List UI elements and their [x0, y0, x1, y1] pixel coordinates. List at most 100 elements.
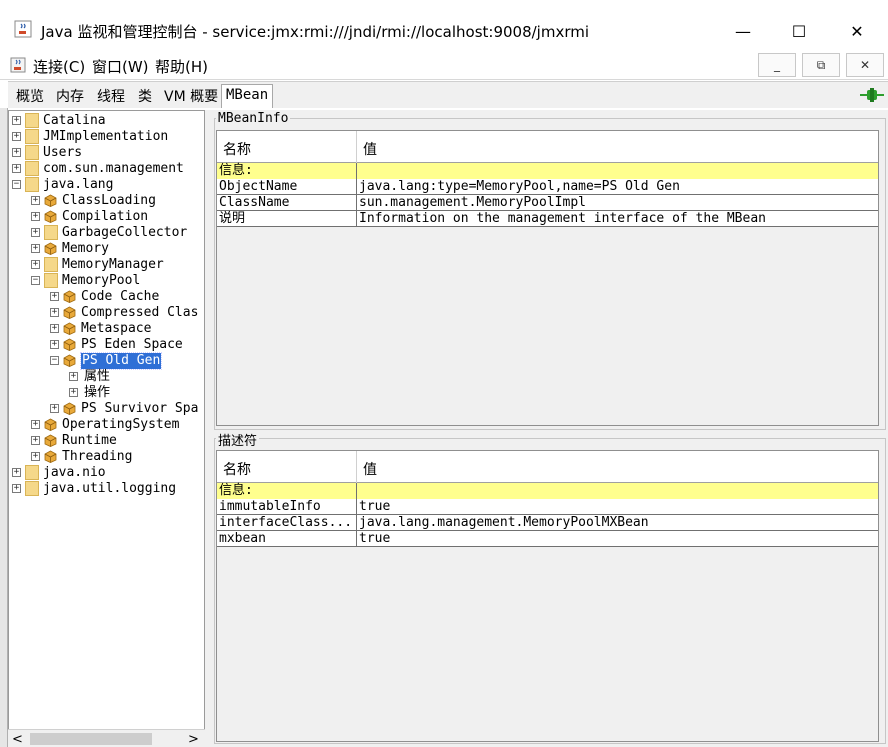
folder-icon: [25, 481, 39, 496]
connected-icon: [860, 88, 884, 102]
tree-node-label: com.sun.management: [43, 161, 184, 176]
table-info-row: 信息:: [217, 163, 878, 179]
internal-minimize-button[interactable]: _: [758, 53, 796, 77]
tree-node-label: 属性: [84, 369, 111, 384]
table-row[interactable]: mxbean true: [217, 531, 878, 547]
folder-icon: [25, 177, 39, 192]
column-header-name[interactable]: 名称: [223, 459, 251, 479]
expand-icon[interactable]: +: [50, 308, 59, 317]
maximize-button[interactable]: ☐: [776, 14, 822, 48]
folder-icon: [25, 129, 39, 144]
tab-overview[interactable]: 概览: [12, 84, 48, 108]
tree-node-label: Code Cache: [81, 289, 160, 304]
tree-horizontal-scrollbar[interactable]: < >: [8, 729, 205, 747]
tree-node-label: java.util.logging: [43, 481, 177, 496]
tree-node-label: MemoryManager: [62, 257, 164, 272]
menu-help[interactable]: 帮助(H): [155, 56, 208, 77]
column-header-name[interactable]: 名称: [223, 139, 251, 159]
expand-icon[interactable]: +: [50, 292, 59, 301]
collapse-icon[interactable]: −: [31, 276, 40, 285]
folder-icon: [25, 113, 39, 128]
expand-icon[interactable]: +: [69, 388, 78, 397]
descriptor-table[interactable]: 名称 值 信息: immutableInfo true interfaceCla…: [216, 450, 879, 742]
expand-icon[interactable]: +: [12, 148, 21, 157]
expand-icon[interactable]: +: [31, 452, 40, 461]
expand-icon[interactable]: +: [31, 196, 40, 205]
mbean-icon: [44, 418, 57, 431]
scroll-right-arrow-icon[interactable]: >: [188, 732, 199, 747]
java-cup-icon: [14, 20, 32, 38]
expand-icon[interactable]: +: [12, 116, 21, 125]
expand-icon[interactable]: +: [31, 436, 40, 445]
tab-threads[interactable]: 线程: [93, 84, 129, 108]
tree-node-label: PS Old Gen: [79, 352, 163, 370]
mbeaninfo-table[interactable]: 名称 值 信息: ObjectName java.lang:type=Memor…: [216, 130, 879, 426]
expand-icon[interactable]: +: [50, 404, 59, 413]
table-row[interactable]: 说明 Information on the management interfa…: [217, 211, 878, 227]
folder-icon: [25, 161, 39, 176]
collapse-icon[interactable]: −: [12, 180, 21, 189]
row-value: true: [359, 499, 391, 514]
mbean-icon: [63, 402, 76, 415]
tab-bar: 概览 内存 线程 类 VM 概要 MBean: [8, 81, 888, 108]
mbean-icon: [63, 338, 76, 351]
expand-icon[interactable]: +: [50, 340, 59, 349]
minimize-button[interactable]: —: [720, 14, 766, 48]
mbean-details-panel: MBeanInfo 名称 值 信息: ObjectName java.lang:…: [212, 110, 888, 747]
split-pane-divider[interactable]: [205, 110, 212, 747]
internal-close-button[interactable]: ✕: [846, 53, 884, 77]
close-button[interactable]: ✕: [834, 14, 880, 48]
expand-icon[interactable]: +: [12, 164, 21, 173]
tree-node-label: Catalina: [43, 113, 106, 128]
column-header-value[interactable]: 值: [363, 139, 377, 159]
mbean-icon: [44, 450, 57, 463]
row-name: ObjectName: [219, 179, 298, 194]
row-value: Information on the management interface …: [359, 211, 766, 226]
column-header-value[interactable]: 值: [363, 459, 377, 479]
tree-node-label: Compressed Clas: [81, 305, 199, 320]
expand-icon[interactable]: +: [31, 244, 40, 253]
expand-icon[interactable]: +: [31, 228, 40, 237]
mbean-icon: [63, 354, 76, 367]
java-cup-icon: [10, 57, 26, 73]
collapse-icon[interactable]: −: [50, 356, 59, 365]
table-row[interactable]: ObjectName java.lang:type=MemoryPool,nam…: [217, 179, 878, 195]
tree-node-label: MemoryPool: [62, 273, 141, 288]
expand-icon[interactable]: +: [31, 260, 40, 269]
tree-node-label: Compilation: [62, 209, 149, 224]
expand-icon[interactable]: +: [69, 372, 78, 381]
tab-vm-summary[interactable]: VM 概要: [160, 84, 222, 108]
tree-node-label: OperatingSystem: [62, 417, 180, 432]
tree-node-label: Runtime: [62, 433, 117, 448]
mbean-tree[interactable]: + Catalina + JMImplementation + Users + com.sun…: [8, 110, 205, 747]
tab-mbean[interactable]: MBean: [221, 84, 274, 108]
title-bar: Java 监视和管理控制台 - service:jmx:rmi:///jndi/…: [0, 0, 888, 50]
table-row[interactable]: interfaceClass... java.lang.management.M…: [217, 515, 878, 531]
mbean-icon: [63, 290, 76, 303]
tree-node-label: java.nio: [43, 465, 106, 480]
scrollbar-thumb[interactable]: [30, 733, 152, 745]
table-row[interactable]: immutableInfo true: [217, 499, 878, 515]
expand-icon[interactable]: +: [12, 484, 21, 493]
expand-icon[interactable]: +: [50, 324, 59, 333]
mbean-icon: [63, 306, 76, 319]
table-info-row: 信息:: [217, 483, 878, 499]
expand-icon[interactable]: +: [12, 468, 21, 477]
mbean-icon: [44, 242, 57, 255]
tree-node-label: 操作: [84, 385, 111, 400]
tree-node-label: PS Eden Space: [81, 337, 183, 352]
tab-memory[interactable]: 内存: [52, 84, 88, 108]
scroll-left-arrow-icon[interactable]: <: [12, 732, 23, 747]
menu-window[interactable]: 窗口(W): [92, 56, 149, 77]
mbean-icon: [44, 210, 57, 223]
folder-icon: [25, 145, 39, 160]
internal-restore-button[interactable]: ⧉: [802, 53, 840, 77]
expand-icon[interactable]: +: [12, 132, 21, 141]
table-row[interactable]: ClassName sun.management.MemoryPoolImpl: [217, 195, 878, 211]
expand-icon[interactable]: +: [31, 212, 40, 221]
row-value: sun.management.MemoryPoolImpl: [359, 195, 586, 210]
expand-icon[interactable]: +: [31, 420, 40, 429]
tab-classes[interactable]: 类: [134, 84, 156, 108]
menu-connect[interactable]: 连接(C): [33, 56, 85, 77]
folder-icon: [44, 257, 58, 272]
